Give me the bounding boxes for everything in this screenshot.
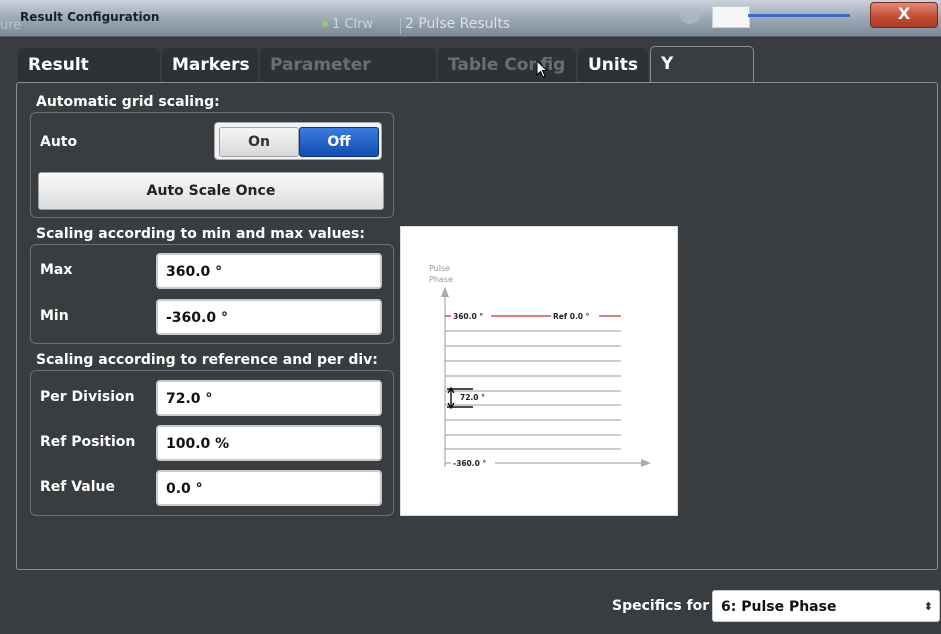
max-label: Max <box>40 262 73 278</box>
tab-markers[interactable]: Markers <box>162 48 258 82</box>
max-field[interactable]: 360.0 ° <box>156 253 382 289</box>
per-division-label: Per Division <box>40 389 135 405</box>
trace-dot-icon <box>322 21 328 27</box>
specifics-label: Specifics for <box>612 598 710 614</box>
scaling-illustration: Pulse Phase 360.0 ° Ref 0.0 ° 72.0 ° -36… <box>400 226 678 516</box>
min-label: Min <box>40 308 69 324</box>
title-slider-handle <box>712 6 750 28</box>
tab-y-scaling[interactable]: Y Scaling <box>650 46 754 108</box>
auto-toggle: On Off <box>214 122 382 160</box>
diagram-ref-label: Ref 0.0 ° <box>553 312 590 321</box>
diagram-bottom-label: -360.0 ° <box>453 459 486 468</box>
background-trace-label: 1 Clrw <box>332 17 374 32</box>
ref-position-label: Ref Position <box>40 434 136 450</box>
tab-units[interactable]: Units <box>578 48 648 82</box>
auto-off-button[interactable]: Off <box>299 127 379 157</box>
title-slider-track <box>748 14 850 17</box>
dialog-title: Result Configuration <box>20 10 160 24</box>
auto-on-button[interactable]: On <box>219 127 299 157</box>
diagram-div-label: 72.0 ° <box>460 393 485 402</box>
auto-label: Auto <box>40 134 78 150</box>
title-bar: ure Result Configuration 1 Clrw 2 Pulse … <box>0 0 941 37</box>
grid-lines <box>445 330 621 450</box>
title-separator <box>400 17 401 34</box>
auto-scale-once-button[interactable]: Auto Scale Once <box>38 172 384 210</box>
specifics-select[interactable]: 6: Pulse Phase ⬍ <box>712 590 940 622</box>
diagram-ylabel-1: Pulse <box>429 264 450 273</box>
ref-value-label: Ref Value <box>40 479 116 495</box>
close-button[interactable]: X <box>870 2 938 28</box>
tab-result-range[interactable]: Result Range <box>18 48 160 109</box>
min-field[interactable]: -360.0 ° <box>156 299 382 335</box>
diagram-top-label: 360.0 ° <box>453 312 483 321</box>
per-division-field[interactable]: 72.0 ° <box>156 380 382 416</box>
ref-position-field[interactable]: 100.0 % <box>156 425 382 461</box>
refdiv-title: Scaling according to reference and per d… <box>36 352 378 368</box>
specifics-value: 6: Pulse Phase <box>721 599 837 615</box>
x-axis-arrow-icon <box>641 459 651 467</box>
background-window-name: 2 Pulse Results <box>405 16 511 32</box>
auto-grid-title: Automatic grid scaling: <box>36 94 220 110</box>
scaling-diagram-svg: Pulse Phase 360.0 ° Ref 0.0 ° 72.0 ° -36… <box>429 264 651 469</box>
background-window-fragment: ure <box>0 18 22 33</box>
diagram-ylabel-2: Phase <box>429 275 453 284</box>
window-decoration-icon <box>680 8 700 24</box>
mouse-cursor-icon <box>536 60 548 78</box>
ref-value-field[interactable]: 0.0 ° <box>156 470 382 506</box>
tab-table-config: Table Config <box>438 48 576 82</box>
select-updown-icon: ⬍ <box>923 600 933 613</box>
minmax-title: Scaling according to min and max values: <box>36 226 365 242</box>
tab-parameter-trend: Parameter Trend <box>260 48 436 109</box>
